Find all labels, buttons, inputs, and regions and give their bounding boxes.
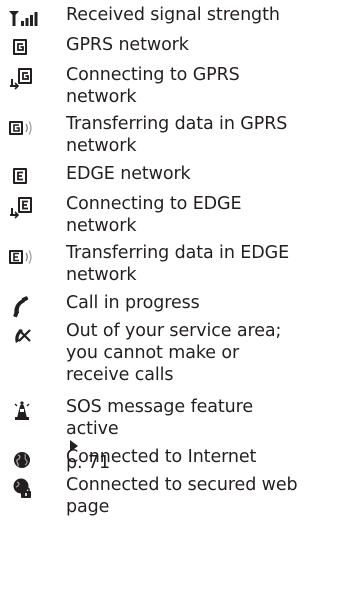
item-text: Connected to Internet [66,447,257,467]
item-text: network [66,87,137,107]
item-text: active [66,419,119,439]
item-text: network [66,136,137,156]
item-text: Out of your service area; [66,321,282,341]
item-text: Call in progress [66,293,200,313]
item-text: Connecting to GPRS [66,65,240,85]
gprs-connecting-icon [8,66,40,90]
edge-transfer-icon [8,244,40,268]
edge-network-icon [8,165,40,189]
item-text: Transferring data in GPRS [66,114,288,134]
item-text: EDGE network [66,164,191,184]
sos-active-icon [8,398,40,422]
item-text: receive calls [66,365,174,385]
signal-strength-icon [8,6,40,30]
item-text: network [66,265,137,285]
secured-web-icon [8,476,40,500]
call-in-progress-icon [8,294,40,318]
edge-connecting-icon [8,195,40,219]
gprs-network-icon [8,36,40,60]
item-text: SOS message feature [66,397,254,417]
item-text: Connected to secured web [66,475,298,495]
item-text: Connecting to EDGE [66,194,242,214]
internet-connected-icon [8,448,40,472]
item-text: Transferring data in EDGE [66,243,290,263]
item-text: Received signal strength [66,5,280,25]
item-text: network [66,216,137,236]
no-service-icon [8,322,40,346]
gprs-transfer-icon [8,115,40,139]
item-text: you cannot make or [66,343,240,363]
item-text: GPRS network [66,35,189,55]
item-text: page [66,497,110,517]
